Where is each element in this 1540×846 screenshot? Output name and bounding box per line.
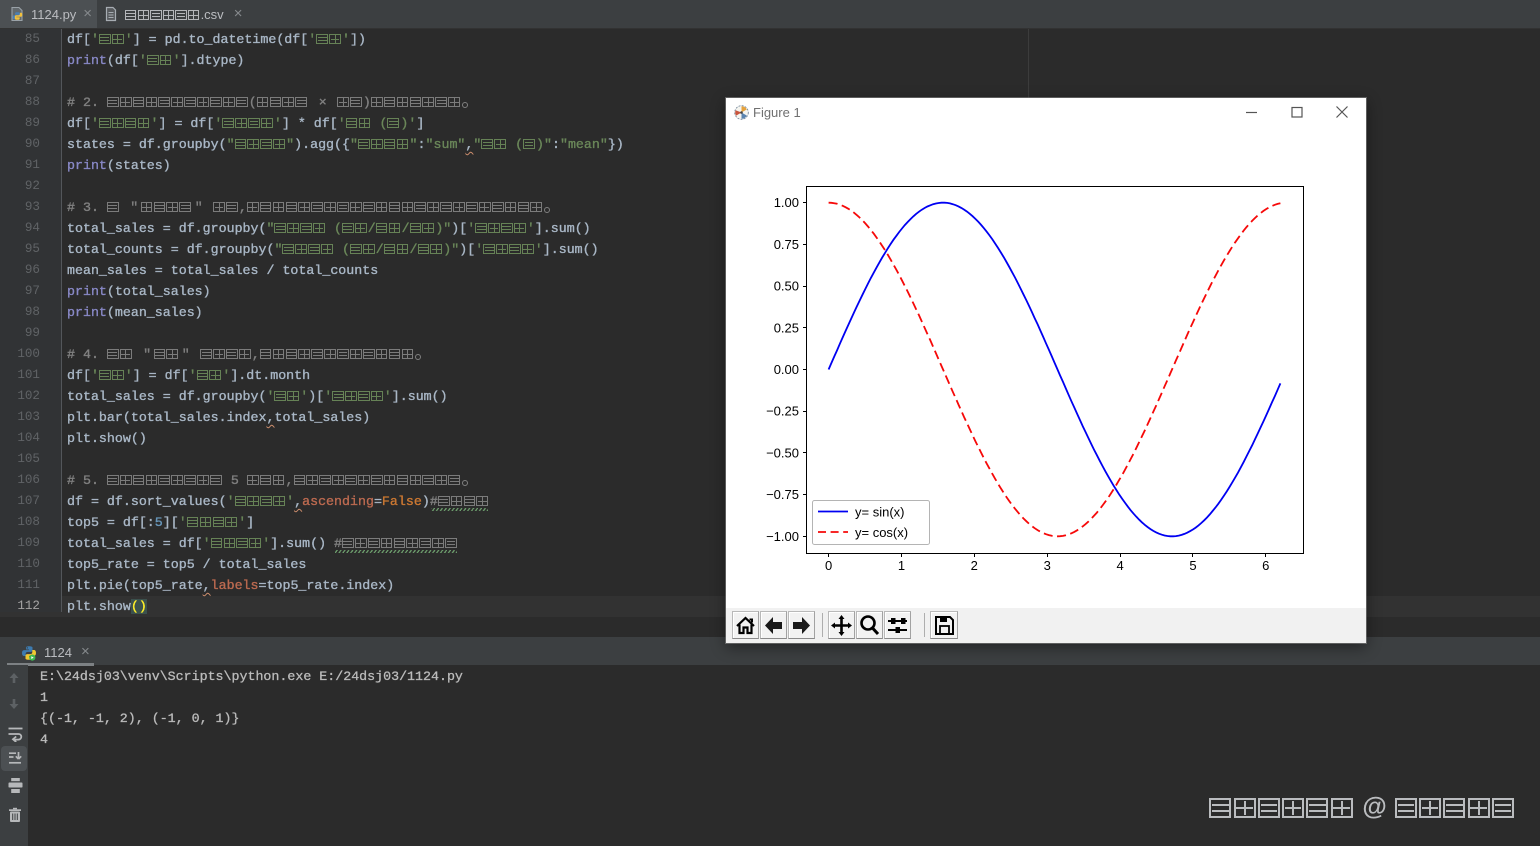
- svg-text:2: 2: [971, 558, 978, 573]
- svg-text:0.50: 0.50: [774, 279, 799, 294]
- svg-text:3: 3: [1044, 558, 1051, 573]
- svg-text:1.00: 1.00: [774, 195, 799, 210]
- svg-text:0.00: 0.00: [774, 362, 799, 377]
- svg-text:−0.75: −0.75: [766, 487, 799, 502]
- svg-text:6: 6: [1262, 558, 1269, 573]
- svg-text:5: 5: [1189, 558, 1196, 573]
- svg-text:4: 4: [1116, 558, 1123, 573]
- svg-text:−0.50: −0.50: [766, 445, 799, 460]
- svg-text:0: 0: [825, 558, 832, 573]
- svg-text:1: 1: [898, 558, 905, 573]
- svg-text:−0.25: −0.25: [766, 404, 799, 419]
- svg-text:−1.00: −1.00: [766, 529, 799, 544]
- svg-text:0.25: 0.25: [774, 320, 799, 335]
- svg-text:0.75: 0.75: [774, 237, 799, 252]
- svg-text:y= cos(x): y= cos(x): [855, 525, 908, 540]
- svg-text:y= sin(x): y= sin(x): [855, 505, 904, 520]
